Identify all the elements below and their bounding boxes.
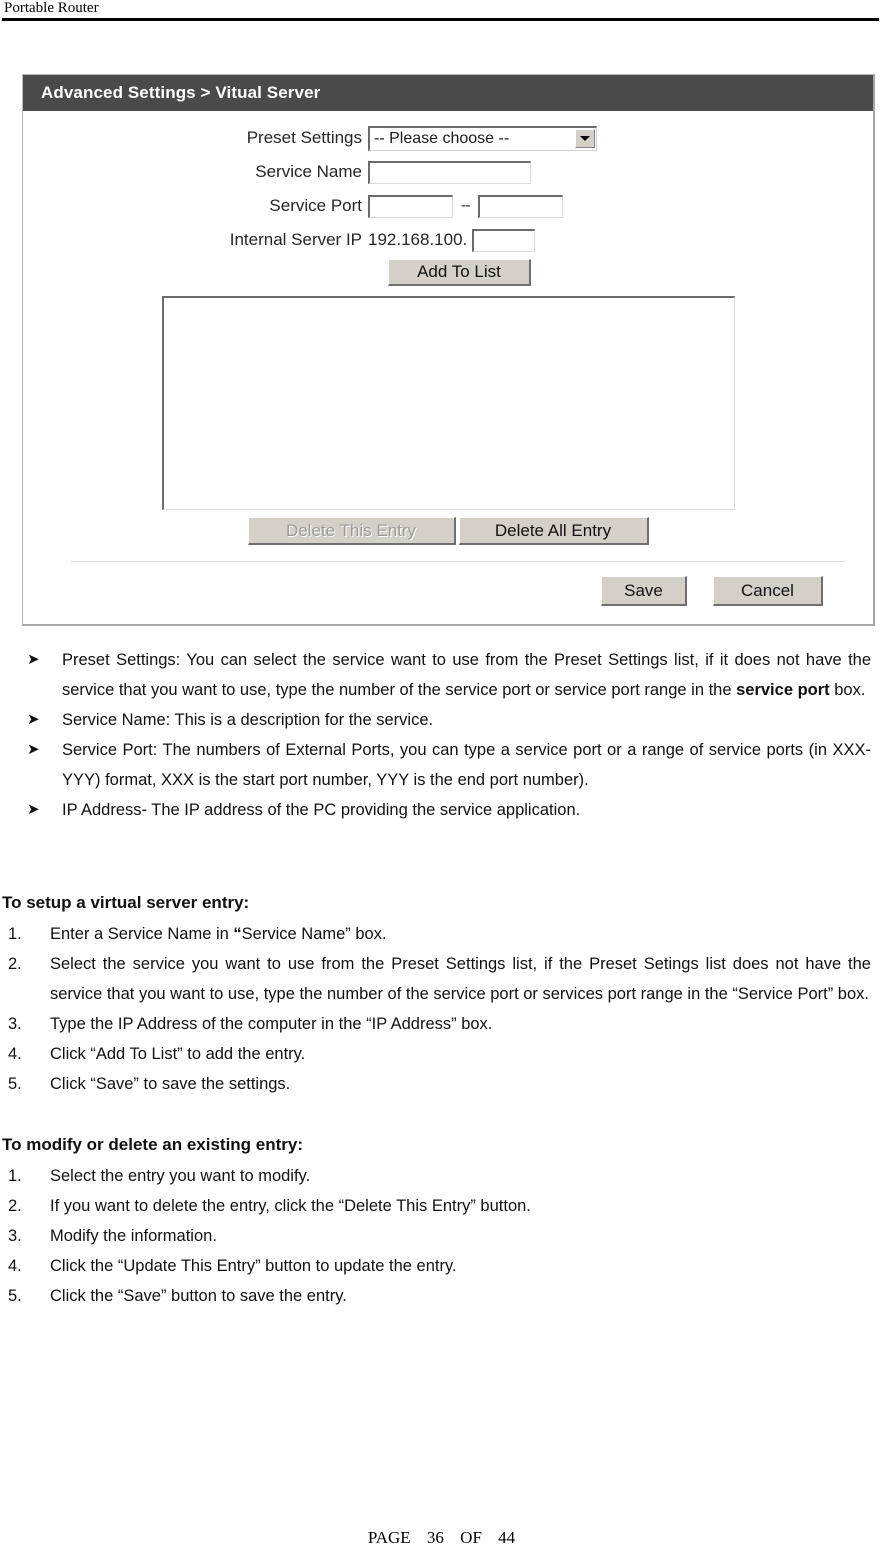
step-number: 5. bbox=[8, 1075, 22, 1093]
step-number: 3. bbox=[8, 1015, 22, 1033]
arrow-bullet-icon: ➤ bbox=[27, 741, 40, 758]
text-run: IP Address- The IP address of the PC pro… bbox=[62, 801, 581, 819]
setup-steps-list: 1. Enter a Service Name in “Service Name”… bbox=[0, 919, 883, 1099]
chevron-down-glyph bbox=[580, 135, 590, 141]
service-port-label: Service Port bbox=[269, 196, 362, 215]
panel-title-text: Advanced Settings > Vitual Server bbox=[41, 83, 321, 102]
step-number: 5. bbox=[8, 1287, 22, 1305]
internal-server-ip-prefix: 192.168.100. bbox=[368, 230, 468, 249]
text-run: Modify the information. bbox=[50, 1227, 217, 1245]
numbered-step: 4. Click the “Update This Entry” button t… bbox=[0, 1251, 883, 1281]
panel-action-row: Save Cancel bbox=[23, 562, 873, 614]
setup-section-title: To setup a virtual server entry: bbox=[2, 893, 250, 912]
document-running-header: Portable Router bbox=[0, 0, 883, 21]
step-number: 4. bbox=[8, 1257, 22, 1275]
step-number: 3. bbox=[8, 1227, 22, 1245]
text-run-bold: service port bbox=[736, 681, 830, 699]
preset-settings-selected-value: -- Please choose -- bbox=[374, 129, 510, 147]
numbered-step: 2. If you want to delete the entry, click… bbox=[0, 1191, 883, 1221]
internal-server-ip-label: Internal Server IP bbox=[229, 230, 362, 249]
entry-list-wrap bbox=[23, 296, 873, 510]
manual-body-text: ➤ Preset Settings: You can select the ser… bbox=[0, 645, 883, 1311]
panel-titlebar: Advanced Settings > Vitual Server bbox=[23, 75, 873, 111]
arrow-bullet-icon: ➤ bbox=[27, 711, 40, 728]
arrow-bullet-icon: ➤ bbox=[27, 651, 40, 668]
modify-section-title: To modify or delete an existing entry: bbox=[2, 1135, 304, 1154]
internal-server-ip-field: 192.168.100. bbox=[368, 228, 536, 252]
preset-settings-label: Preset Settings bbox=[246, 128, 362, 147]
step-number: 1. bbox=[8, 1167, 22, 1185]
text-run-bold: “ bbox=[233, 925, 242, 943]
numbered-step: 4. Click “Add To List” to add the entry. bbox=[0, 1039, 883, 1069]
service-name-row: Service Name bbox=[23, 157, 873, 187]
preset-settings-row: Preset Settings -- Please choose -- bbox=[23, 123, 873, 153]
bullet-item: ➤ Service Port: The numbers of External P… bbox=[0, 735, 883, 795]
entry-list-box[interactable] bbox=[161, 296, 735, 510]
cancel-button[interactable]: Cancel bbox=[713, 576, 823, 606]
arrow-bullet-icon: ➤ bbox=[27, 801, 40, 818]
add-to-list-button[interactable]: Add To List bbox=[388, 259, 531, 286]
footer-of-word: OF bbox=[460, 1528, 482, 1547]
section-spacer-2 bbox=[0, 1099, 883, 1129]
service-port-range-separator: -- bbox=[461, 197, 471, 214]
virtual-server-panel: Advanced Settings > Vitual Server Preset… bbox=[22, 74, 875, 626]
bullet-item: ➤ IP Address- The IP address of the PC pr… bbox=[0, 795, 883, 825]
running-header-title: Portable Router bbox=[4, 0, 99, 16]
add-to-list-row: Add To List bbox=[23, 259, 873, 286]
preset-settings-field: -- Please choose -- bbox=[368, 125, 597, 151]
document-footer: PAGE 36 OF 44 bbox=[0, 1528, 883, 1548]
numbered-step: 3. Modify the information. bbox=[0, 1221, 883, 1251]
step-number: 1. bbox=[8, 925, 22, 943]
numbered-step: 1. Select the entry you want to modify. bbox=[0, 1161, 883, 1191]
text-run-tail: Service Name” box. bbox=[241, 925, 387, 943]
text-run-tail: box. bbox=[829, 681, 866, 699]
service-port-field: -- bbox=[368, 194, 563, 218]
internal-server-ip-row: Internal Server IP 192.168.100. bbox=[23, 225, 873, 255]
text-run: Select the service you want to use from … bbox=[50, 955, 871, 1003]
service-name-label: Service Name bbox=[255, 162, 362, 181]
text-run: Select the entry you want to modify. bbox=[50, 1167, 311, 1185]
service-port-end-input[interactable] bbox=[477, 194, 563, 218]
panel-body: Preset Settings -- Please choose -- Serv… bbox=[23, 111, 873, 624]
internal-server-ip-host-input[interactable] bbox=[472, 228, 536, 252]
field-description-bullets: ➤ Preset Settings: You can select the ser… bbox=[0, 645, 883, 825]
text-run: Click the “Save” button to save the entr… bbox=[50, 1287, 347, 1305]
service-port-row: Service Port -- bbox=[23, 191, 873, 221]
text-run: If you want to delete the entry, click t… bbox=[50, 1197, 531, 1215]
text-run: Service Port: The numbers of External Po… bbox=[62, 741, 871, 789]
text-run: Click “Save” to save the settings. bbox=[50, 1075, 291, 1093]
service-name-field bbox=[368, 160, 531, 184]
service-port-start-input[interactable] bbox=[368, 194, 453, 218]
step-number: 4. bbox=[8, 1045, 22, 1063]
delete-buttons-row: Delete This Entry Delete All Entry bbox=[23, 517, 873, 545]
save-button[interactable]: Save bbox=[601, 576, 687, 606]
numbered-step: 5. Click the “Save” button to save the en… bbox=[0, 1281, 883, 1311]
text-run: Click the “Update This Entry” button to … bbox=[50, 1257, 457, 1275]
text-run: Service Name: This is a description for … bbox=[62, 711, 434, 729]
delete-all-entry-button[interactable]: Delete All Entry bbox=[458, 517, 649, 545]
numbered-step: 5. Click “Save” to save the settings. bbox=[0, 1069, 883, 1099]
service-name-input[interactable] bbox=[368, 160, 531, 184]
delete-this-entry-button[interactable]: Delete This Entry bbox=[247, 517, 456, 545]
bullet-item: ➤ Service Name: This is a description for… bbox=[0, 705, 883, 735]
step-number: 2. bbox=[8, 955, 22, 973]
numbered-step: 3. Type the IP Address of the computer in… bbox=[0, 1009, 883, 1039]
footer-total-pages: 44 bbox=[498, 1528, 516, 1547]
chevron-down-icon[interactable] bbox=[575, 128, 595, 148]
modify-steps-list: 1. Select the entry you want to modify. 2.… bbox=[0, 1161, 883, 1311]
header-divider-rule bbox=[2, 18, 879, 21]
step-number: 2. bbox=[8, 1197, 22, 1215]
text-run: Click “Add To List” to add the entry. bbox=[50, 1045, 306, 1063]
text-run: Type the IP Address of the computer in t… bbox=[50, 1015, 493, 1033]
bullet-item: ➤ Preset Settings: You can select the ser… bbox=[0, 645, 883, 705]
text-run: Enter a Service Name in bbox=[50, 925, 234, 943]
preset-settings-select[interactable]: -- Please choose -- bbox=[368, 125, 597, 151]
footer-page-word: PAGE bbox=[367, 1528, 411, 1547]
numbered-step: 2. Select the service you want to use fro… bbox=[0, 949, 883, 1009]
numbered-step: 1. Enter a Service Name in “Service Name”… bbox=[0, 919, 883, 949]
footer-page-number: 36 bbox=[426, 1528, 444, 1547]
